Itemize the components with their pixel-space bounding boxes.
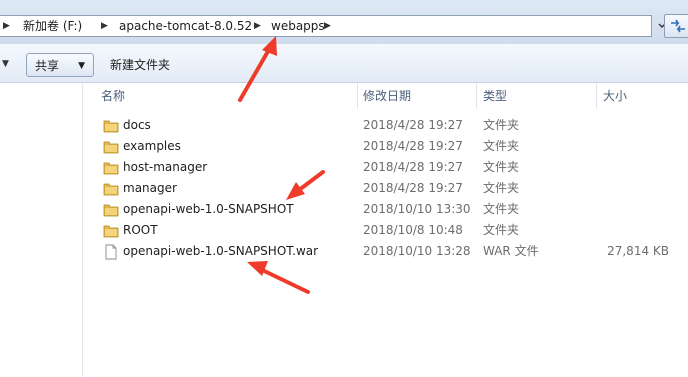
file-date: 2018/4/28 19:27 xyxy=(363,160,463,174)
file-row[interactable]: openapi-web-1.0-SNAPSHOT 2018/10/10 13:30… xyxy=(83,199,688,220)
file-date: 2018/10/10 13:28 xyxy=(363,244,471,258)
file-name: manager xyxy=(123,181,177,195)
file-row[interactable]: docs 2018/4/28 19:27 文件夹 xyxy=(83,115,688,136)
file-name: ROOT xyxy=(123,223,158,237)
file-size: 27,814 KB xyxy=(607,244,669,258)
column-header-name[interactable]: 名称 xyxy=(83,83,357,109)
folder-icon xyxy=(103,120,119,133)
folder-icon xyxy=(103,183,119,196)
breadcrumb-tomcat[interactable]: apache-tomcat-8.0.52 xyxy=(119,16,252,36)
chevron-down-icon: ▼ xyxy=(78,61,85,71)
refresh-icon xyxy=(671,19,685,33)
breadcrumb-arrow-icon[interactable]: ▶ xyxy=(101,16,108,36)
new-folder-button[interactable]: 新建文件夹 xyxy=(102,53,178,77)
file-row[interactable]: host-manager 2018/4/28 19:27 文件夹 xyxy=(83,157,688,178)
command-bar: ▼ 共享 ▼ 新建文件夹 xyxy=(0,44,688,83)
file-type: 文件夹 xyxy=(483,202,520,216)
breadcrumb-webapps[interactable]: webapps xyxy=(271,16,325,36)
file-type: WAR 文件 xyxy=(483,244,539,258)
folder-icon xyxy=(103,162,119,175)
file-date: 2018/4/28 19:27 xyxy=(363,118,463,132)
file-date: 2018/4/28 19:27 xyxy=(363,181,463,195)
file-type: 文件夹 xyxy=(483,160,520,174)
file-name: openapi-web-1.0-SNAPSHOT xyxy=(123,202,294,216)
file-size xyxy=(553,199,669,220)
file-size xyxy=(553,178,669,199)
column-header-size[interactable]: 大小 xyxy=(585,83,688,109)
organize-chevron-icon[interactable]: ▼ xyxy=(2,59,9,69)
file-size xyxy=(553,136,669,157)
file-size xyxy=(553,115,669,136)
file-name: openapi-web-1.0-SNAPSHOT.war xyxy=(123,244,319,258)
navigation-pane[interactable] xyxy=(0,83,83,377)
file-name: examples xyxy=(123,139,181,153)
file-type: 文件夹 xyxy=(483,139,520,153)
file-name: host-manager xyxy=(123,160,208,174)
red-arrow-icon xyxy=(247,261,310,294)
column-header-type[interactable]: 类型 xyxy=(465,83,595,109)
file-row[interactable]: openapi-web-1.0-SNAPSHOT.war 2018/10/10 1… xyxy=(83,241,688,262)
file-type: 文件夹 xyxy=(483,181,520,195)
breadcrumb-drive[interactable]: 新加卷 (F:) xyxy=(23,16,82,36)
file-row[interactable]: ROOT 2018/10/8 10:48 文件夹 xyxy=(83,220,688,241)
breadcrumb-arrow-icon[interactable]: ▶ xyxy=(254,16,261,36)
address-bar-area: ▶ 新加卷 (F:) ▶ apache-tomcat-8.0.52 ▶ weba… xyxy=(0,0,688,44)
file-size xyxy=(553,157,669,178)
folder-icon xyxy=(103,225,119,238)
folder-icon xyxy=(103,141,119,154)
share-label: 共享 xyxy=(35,59,60,73)
file-row[interactable]: manager 2018/4/28 19:27 文件夹 xyxy=(83,178,688,199)
file-type: 文件夹 xyxy=(483,223,520,237)
file-date: 2018/10/8 10:48 xyxy=(363,223,463,237)
file-row[interactable]: examples 2018/4/28 19:27 文件夹 xyxy=(83,136,688,157)
file-name: docs xyxy=(123,118,151,132)
file-date: 2018/4/28 19:27 xyxy=(363,139,463,153)
column-header-date[interactable]: 修改日期 xyxy=(345,83,475,109)
breadcrumb-arrow-icon[interactable]: ▶ xyxy=(324,16,331,36)
refresh-button[interactable] xyxy=(664,14,688,38)
file-type: 文件夹 xyxy=(483,118,520,132)
share-button[interactable]: 共享 ▼ xyxy=(26,53,94,77)
address-bar[interactable]: ▶ 新加卷 (F:) ▶ apache-tomcat-8.0.52 ▶ weba… xyxy=(0,15,652,37)
file-date: 2018/10/10 13:30 xyxy=(363,202,471,216)
breadcrumb-arrow-icon[interactable]: ▶ xyxy=(3,16,10,36)
file-icon xyxy=(105,244,117,260)
folder-icon xyxy=(103,204,119,217)
file-size xyxy=(553,220,669,241)
